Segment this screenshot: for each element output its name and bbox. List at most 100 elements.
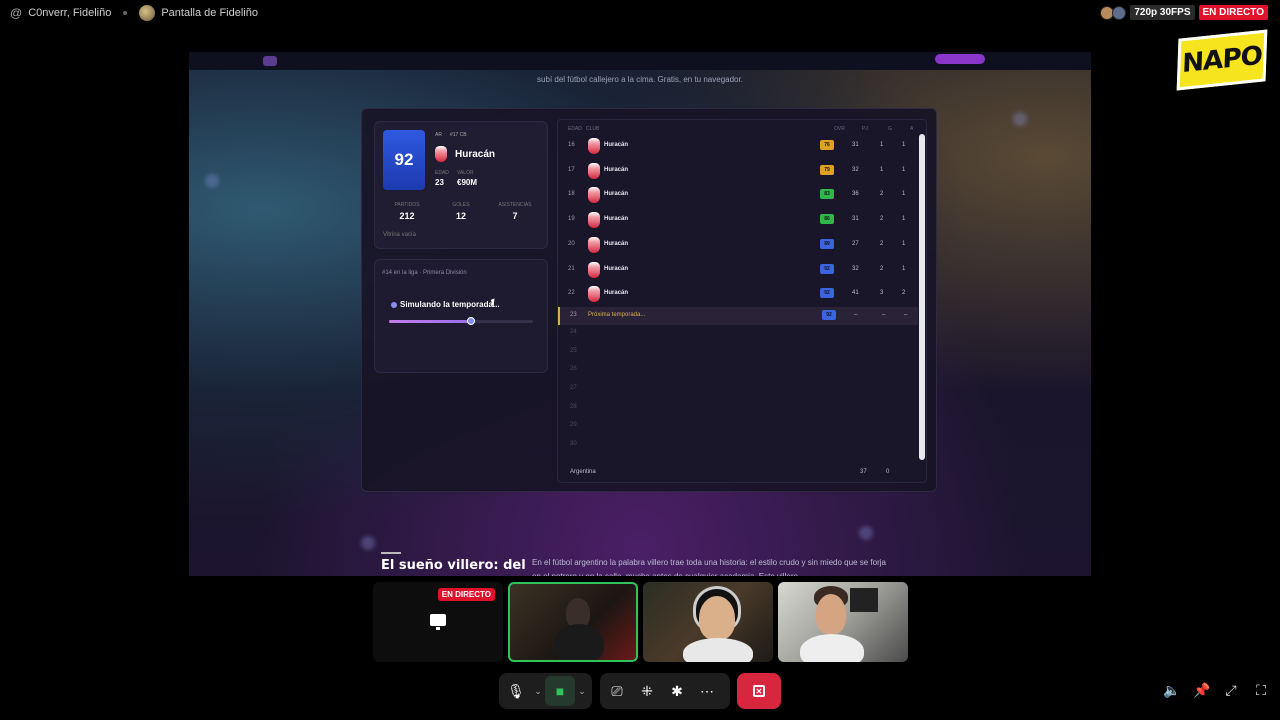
site-tagline: subí del fútbol callejero a la cima. Gra… — [537, 75, 743, 84]
participant-video — [683, 638, 753, 662]
empty-age-row: 25 — [570, 347, 577, 354]
screen-share-icon — [430, 614, 446, 630]
row-age: 18 — [568, 191, 575, 198]
table-scrollbar[interactable] — [919, 134, 925, 460]
poster-image — [850, 588, 878, 612]
row-pj: 27 — [852, 240, 859, 247]
participant-tile[interactable] — [508, 582, 638, 662]
view-controls: 🔈 📌 ⤢ ⛶ — [1163, 682, 1269, 698]
background-glow — [1013, 112, 1027, 126]
share-screen-icon[interactable]: ⎚ — [602, 676, 632, 706]
empty-age-row: 24 — [570, 328, 577, 335]
participants-label[interactable]: C0nverr, Fideliño — [28, 7, 111, 19]
nationality: AR — [435, 132, 442, 138]
stat-assists: ASISTENCIAS 7 — [498, 202, 532, 221]
participant-tile[interactable] — [778, 582, 908, 662]
article-paragraph: En el fútbol argentino la palabra viller… — [532, 558, 886, 576]
table-row[interactable]: 21 Huracán 92 32 2 1 — [558, 258, 918, 282]
participant-video — [816, 594, 846, 634]
top-bar: @ C0nverr, Fideliño Pantalla de Fideliño… — [0, 0, 1280, 26]
row-age: 16 — [568, 142, 575, 148]
row-pj: 32 — [852, 166, 859, 173]
table-row[interactable]: 17 Huracán 79 32 1 1 — [558, 159, 918, 183]
empty-age-row: 26 — [570, 366, 577, 373]
stream-quality-badge: 720p 30FPS — [1130, 5, 1195, 20]
participant-tile[interactable] — [643, 582, 773, 662]
row-ovr-badge: 89 — [820, 238, 834, 249]
live-badge: EN DIRECTO — [1198, 5, 1268, 20]
table-row[interactable]: 18 Huracán 83 36 2 1 — [558, 183, 918, 207]
row-club: Huracán — [604, 191, 629, 198]
chevron-down-icon[interactable]: ⌄ — [575, 686, 589, 697]
next-season-row[interactable]: 23 Próxima temporada... 92 – – – — [558, 306, 918, 325]
shared-screen[interactable]: subí del fútbol callejero a la cima. Gra… — [189, 52, 1091, 576]
row-g: 2 — [880, 191, 884, 198]
participant-video — [800, 634, 864, 662]
camera-icon[interactable]: ■ — [545, 676, 575, 706]
progress-knob[interactable] — [467, 317, 476, 325]
rating-badge: 92 — [383, 130, 425, 190]
more-options-icon[interactable]: ⋯ — [692, 676, 722, 706]
row-club: Huracán — [604, 216, 629, 223]
pin-icon[interactable]: 📌 — [1193, 682, 1210, 698]
season-progress-bar — [389, 317, 533, 325]
club-crest-icon — [588, 187, 600, 204]
row-a: 1 — [902, 240, 906, 247]
volume-icon[interactable]: 🔈 — [1163, 682, 1180, 698]
season-sim-card: #14 en la liga · Primera División Simula… — [374, 259, 548, 373]
row-age: 20 — [568, 240, 575, 247]
background-glow — [361, 536, 375, 550]
empty-age-row: 30 — [570, 441, 577, 448]
chevron-down-icon[interactable]: ⌄ — [531, 686, 545, 697]
popout-icon[interactable]: ⤢ — [1223, 682, 1239, 698]
leave-icon: ✕ — [753, 685, 765, 697]
player-meta: AR #17 CB — [435, 132, 467, 138]
viewer-avatar[interactable] — [1112, 5, 1127, 20]
footer-country: Argentina — [570, 469, 596, 475]
club-crest-icon — [588, 286, 600, 303]
row-g: 1 — [880, 166, 884, 173]
game-panel: 92 AR #17 CB Huracán EDAD 23 VALOR €90M … — [361, 108, 937, 492]
table-row[interactable]: 20 Huracán 89 27 2 1 — [558, 233, 918, 257]
screen-share-label[interactable]: Pantalla de Fideliño — [161, 7, 258, 19]
microphone-icon[interactable]: 🎙 — [501, 676, 531, 706]
club-crest-icon — [435, 146, 447, 162]
table-row[interactable]: 16 Huracán 76 31 1 1 — [558, 134, 918, 158]
napo-logo: NAPO — [1176, 29, 1268, 91]
soundboard-icon[interactable]: ✱ — [662, 676, 692, 706]
media-controls: 🎙 ⌄ ■ ⌄ — [499, 673, 592, 709]
row-age: 23 — [570, 311, 577, 318]
league-position: #14 en la liga · Primera División — [382, 270, 467, 276]
site-cta-button[interactable] — [935, 54, 985, 64]
fullscreen-icon[interactable]: ⛶ — [1253, 682, 1269, 698]
stat-goals: GOLES 12 — [452, 202, 470, 221]
age-label: EDAD — [435, 170, 449, 176]
site-logo[interactable] — [263, 56, 277, 66]
progress-fill — [389, 320, 472, 323]
position: #17 CB — [449, 132, 467, 138]
row-g: 3 — [880, 290, 884, 297]
trophy-case-text: Vitrina vacía — [383, 232, 416, 238]
spinner-icon — [391, 302, 397, 308]
club-crest-icon — [588, 236, 600, 253]
video-call-window: @ C0nverr, Fideliño Pantalla de Fideliño… — [0, 0, 1280, 720]
table-row[interactable]: 19 Huracán 86 31 2 1 — [558, 208, 918, 232]
empty-age-row: 29 — [570, 422, 577, 429]
row-g: 2 — [880, 240, 884, 247]
row-g: – — [882, 311, 886, 318]
at-icon: @ — [10, 6, 23, 20]
value-label: VALOR — [457, 170, 474, 176]
simulation-status: Simulando la temporada... — [400, 300, 500, 309]
row-club: Huracán — [604, 166, 629, 173]
row-ovr-badge: 83 — [820, 189, 834, 200]
club-name: Huracán — [455, 149, 496, 160]
activities-icon[interactable]: ⁜ — [632, 676, 662, 706]
value-value: €90M — [457, 178, 478, 187]
table-row[interactable]: 22 Huracán 92 41 3 2 — [558, 282, 918, 306]
leave-call-button[interactable]: ✕ — [737, 673, 781, 709]
screen-share-tile[interactable]: EN DIRECTO — [373, 582, 503, 662]
footer-pj: 37 — [860, 469, 867, 475]
row-a: 1 — [902, 216, 906, 223]
row-a: – — [904, 311, 908, 318]
row-a: 1 — [902, 166, 906, 173]
